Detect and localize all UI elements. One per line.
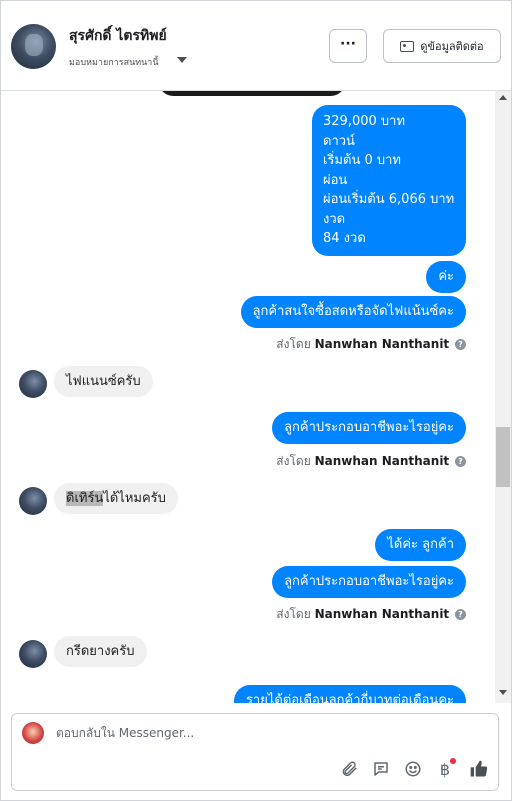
info-icon[interactable]: ?	[455, 609, 466, 620]
message-bubble: ค่ะ	[426, 261, 466, 293]
reply-input[interactable]	[56, 726, 476, 740]
price-line: ดาวน์	[323, 133, 355, 149]
info-icon[interactable]: ?	[455, 339, 466, 350]
message-text: ได้ไหมครับ	[103, 491, 166, 506]
message-bubble: ได้ค่ะ ลูกค้า	[375, 529, 466, 561]
message-bubble: ลูกค้าประกอบอาชีพอะไรอยู่คะ	[272, 566, 466, 598]
sender-name: Nanwhan Nanthanit	[314, 337, 450, 351]
price-line: 84 งวด	[323, 231, 366, 246]
reply-composer: ฿	[11, 713, 499, 791]
price-line: เริ่มต้น 0 บาท	[323, 153, 401, 168]
contact-avatar[interactable]	[11, 24, 56, 69]
chevron-down-icon[interactable]	[177, 57, 187, 63]
sender-name: Nanwhan Nanthanit	[314, 454, 450, 468]
sent-by-prefix: ส่งโดย	[276, 454, 311, 468]
smiley-icon[interactable]	[402, 758, 424, 780]
view-contact-label: ดูข้อมูลติดต่อ	[420, 40, 484, 53]
more-options-button[interactable]: ···	[329, 29, 367, 63]
scroll-up-arrow-icon[interactable]	[499, 95, 507, 100]
messenger-window: สุรศักดิ์ ไตรทิพย์ มอบหมายการสนทนานี้ ··…	[0, 0, 512, 801]
chat-bubble-icon[interactable]	[370, 758, 392, 780]
sent-by-prefix: ส่งโดย	[276, 607, 311, 621]
message-bubble-price: 329,000 บาท ดาวน์ เริ่มต้น 0 บาท ผ่อน ผ่…	[312, 105, 466, 256]
paperclip-icon[interactable]	[338, 758, 360, 780]
sent-by-label: ส่งโดย Nanwhan Nanthanit ?	[276, 335, 466, 354]
image-attachment[interactable]	[159, 91, 345, 96]
sent-by-prefix: ส่งโดย	[276, 337, 311, 351]
scrollbar[interactable]	[495, 91, 511, 703]
sent-by-label: ส่งโดย Nanwhan Nanthanit ?	[276, 452, 466, 471]
message-bubble-incoming: ดิเทิร์นได้ไหมครับ	[54, 483, 178, 514]
info-icon[interactable]: ?	[455, 456, 466, 467]
sender-name: Nanwhan Nanthanit	[314, 607, 450, 621]
message-bubble-incoming: ไฟแนนซ์ครับ	[54, 366, 153, 397]
scrollbar-thumb[interactable]	[496, 427, 510, 487]
page-avatar	[22, 722, 44, 744]
price-line: ผ่อนเริ่มต้น 6,066 บาท	[323, 192, 455, 207]
notification-dot	[450, 758, 456, 764]
contact-avatar-small	[19, 487, 47, 515]
scroll-down-arrow-icon[interactable]	[499, 690, 507, 695]
message-bubble: ลูกค้าประกอบอาชีพอะไรอยู่คะ	[272, 412, 466, 444]
contact-avatar-small	[19, 640, 47, 668]
contact-avatar-small	[19, 370, 47, 398]
conversation-header: สุรศักดิ์ ไตรทิพย์ มอบหมายการสนทนานี้ ··…	[1, 1, 511, 91]
message-bubble: ลูกค้าสนใจซื้อสดหรือจัดไฟแน้นซ์คะ	[240, 296, 466, 328]
contact-name[interactable]: สุรศักดิ์ ไตรทิพย์	[69, 25, 167, 47]
view-contact-button[interactable]: ดูข้อมูลติดต่อ	[383, 29, 501, 63]
highlighted-text: น	[94, 491, 104, 506]
assign-conversation-dropdown[interactable]: มอบหมายการสนทนานี้	[69, 55, 159, 69]
sent-by-label: ส่งโดย Nanwhan Nanthanit ?	[276, 605, 466, 624]
message-bubble-incoming: กรีดยางครับ	[54, 636, 147, 667]
message-thread: 329,000 บาท ดาวน์ เริ่มต้น 0 บาท ผ่อน ผ่…	[1, 91, 495, 703]
contact-card-icon	[400, 40, 415, 52]
price-line: ผ่อน	[323, 172, 348, 188]
baht-icon[interactable]: ฿	[434, 758, 456, 780]
highlighted-text: ดิเทิร์	[66, 491, 95, 506]
price-line: 329,000 บาท	[323, 114, 406, 129]
price-line: งวด	[323, 211, 346, 227]
message-bubble: รายได้ต่อเดือนลูกค้ากี่บาทต่อเดือนคะ	[233, 685, 466, 703]
thumbs-up-icon[interactable]	[468, 758, 490, 780]
